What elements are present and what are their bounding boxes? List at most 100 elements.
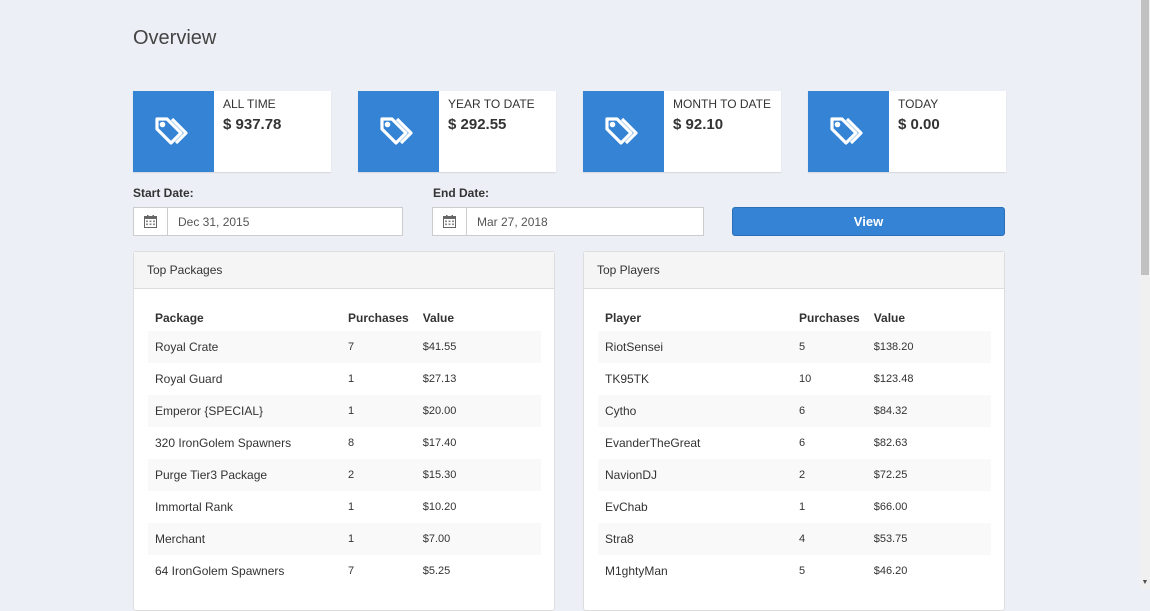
column-header: Player bbox=[605, 311, 642, 325]
value-cell: $123.48 bbox=[873, 373, 914, 385]
value-cell: $72.25 bbox=[866, 459, 991, 491]
column-header: Purchases bbox=[348, 311, 409, 325]
value-cell: $53.75 bbox=[866, 523, 991, 555]
column-header: Package bbox=[155, 311, 204, 325]
value-cell: $66.00 bbox=[873, 501, 908, 513]
table-row: EvanderTheGreat 6 $82.63 bbox=[598, 427, 991, 459]
stat-card-today: TODAY $ 0.00 bbox=[808, 91, 1006, 172]
package-name: Immortal Rank bbox=[155, 500, 234, 514]
start-date-input[interactable] bbox=[168, 208, 402, 235]
value-cell: $82.63 bbox=[873, 437, 908, 449]
purchase-count: 4 bbox=[792, 523, 867, 555]
purchase-count: 5 bbox=[792, 331, 867, 363]
value-cell: $46.20 bbox=[873, 565, 908, 577]
start-date-label: Start Date: bbox=[133, 186, 194, 200]
end-date-group bbox=[432, 207, 704, 236]
top-packages-table: Package Purchases Value Royal Crate 7 $41.… bbox=[148, 305, 541, 587]
table-row: Royal Crate 7 $41.55 bbox=[148, 331, 541, 363]
table-row: Immortal Rank 1 $10.20 bbox=[148, 491, 541, 523]
table-row: 64 IronGolem Spawners 7 $5.25 bbox=[148, 555, 541, 587]
stat-card-all-time: ALL TIME $ 937.78 bbox=[133, 91, 331, 172]
package-name: Purge Tier3 Package bbox=[148, 459, 341, 491]
table-row: 320 IronGolem Spawners 8 $17.40 bbox=[148, 427, 541, 459]
page-scrollbar[interactable]: ▼ bbox=[1140, 0, 1150, 589]
top-packages-panel: Top Packages Package Purchases Value Roy… bbox=[133, 251, 555, 611]
scrollbar-thumb[interactable] bbox=[1141, 0, 1149, 275]
package-name: Royal Guard bbox=[155, 372, 223, 386]
column-header: Value bbox=[873, 311, 906, 325]
table-row: RiotSensei 5 $138.20 bbox=[598, 331, 991, 363]
tags-icon bbox=[133, 91, 214, 172]
table-row: Purge Tier3 Package 2 $15.30 bbox=[148, 459, 541, 491]
stat-value: $ 0.00 bbox=[898, 116, 940, 133]
player-name: TK95TK bbox=[605, 372, 650, 386]
table-header-row: Package Purchases Value bbox=[148, 305, 541, 331]
value-cell: $7.00 bbox=[415, 523, 541, 555]
player-name: M1ghtyMan bbox=[605, 564, 668, 578]
value-cell: $10.20 bbox=[422, 501, 457, 513]
tags-icon bbox=[808, 91, 889, 172]
player-name: EvanderTheGreat bbox=[605, 436, 701, 450]
purchase-count: 10 bbox=[799, 373, 812, 385]
stat-value: $ 292.55 bbox=[448, 116, 507, 133]
package-name: Emperor {SPECIAL} bbox=[148, 395, 341, 427]
top-players-table: Player Purchases Value RiotSensei 5 $138.2… bbox=[598, 305, 991, 587]
stat-label: ALL TIME bbox=[223, 97, 276, 111]
calendar-icon[interactable] bbox=[433, 208, 467, 235]
value-cell: $27.13 bbox=[422, 373, 457, 385]
stat-card-month-to-date: MONTH TO DATE $ 92.10 bbox=[583, 91, 781, 172]
purchase-count: 1 bbox=[341, 395, 416, 427]
stat-label: TODAY bbox=[898, 97, 939, 111]
purchase-count: 5 bbox=[799, 565, 806, 577]
value-cell: $138.20 bbox=[866, 331, 991, 363]
player-name: EvChab bbox=[605, 500, 648, 514]
package-name: Royal Crate bbox=[148, 331, 341, 363]
value-cell: $5.25 bbox=[422, 565, 451, 577]
stat-value: $ 937.78 bbox=[223, 116, 282, 133]
purchase-count: 7 bbox=[348, 565, 355, 577]
page-title: Overview bbox=[133, 27, 217, 49]
view-button[interactable]: View bbox=[732, 207, 1005, 236]
package-name: 64 IronGolem Spawners bbox=[155, 564, 285, 578]
purchase-count: 2 bbox=[341, 459, 416, 491]
package-name: Merchant bbox=[148, 523, 341, 555]
player-name: NavionDJ bbox=[598, 459, 792, 491]
top-players-panel: Top Players Player Purchases Value RiotS… bbox=[583, 251, 1005, 611]
column-header: Purchases bbox=[799, 311, 860, 325]
package-name: 320 IronGolem Spawners bbox=[155, 436, 292, 450]
column-header: Value bbox=[422, 311, 455, 325]
table-row: EvChab 1 $66.00 bbox=[598, 491, 991, 523]
value-cell: $84.32 bbox=[866, 395, 991, 427]
scroll-down-arrow-icon[interactable]: ▼ bbox=[1140, 577, 1150, 589]
table-header-row: Player Purchases Value bbox=[598, 305, 991, 331]
value-cell: $15.30 bbox=[415, 459, 541, 491]
stat-label: YEAR TO DATE bbox=[448, 97, 535, 111]
purchase-count: 6 bbox=[792, 395, 867, 427]
panel-title: Top Packages bbox=[134, 252, 554, 289]
table-row: TK95TK 10 $123.48 bbox=[598, 363, 991, 395]
purchase-count: 1 bbox=[348, 501, 355, 513]
table-row: M1ghtyMan 5 $46.20 bbox=[598, 555, 991, 587]
table-row: Merchant 1 $7.00 bbox=[148, 523, 541, 555]
table-row: Stra8 4 $53.75 bbox=[598, 523, 991, 555]
panel-title: Top Players bbox=[584, 252, 1004, 289]
table-row: Cytho 6 $84.32 bbox=[598, 395, 991, 427]
stat-label: MONTH TO DATE bbox=[673, 97, 772, 111]
purchase-count: 8 bbox=[348, 437, 355, 449]
end-date-input[interactable] bbox=[467, 208, 703, 235]
purchase-count: 7 bbox=[341, 331, 416, 363]
table-row: Emperor {SPECIAL} 1 $20.00 bbox=[148, 395, 541, 427]
value-cell: $41.55 bbox=[415, 331, 541, 363]
purchase-count: 1 bbox=[799, 501, 806, 513]
purchase-count: 2 bbox=[792, 459, 867, 491]
stat-card-year-to-date: YEAR TO DATE $ 292.55 bbox=[358, 91, 556, 172]
calendar-icon[interactable] bbox=[134, 208, 168, 235]
value-cell: $20.00 bbox=[415, 395, 541, 427]
tags-icon bbox=[583, 91, 664, 172]
purchase-count: 1 bbox=[348, 373, 355, 385]
tags-icon bbox=[358, 91, 439, 172]
player-name: Cytho bbox=[598, 395, 792, 427]
table-row: NavionDJ 2 $72.25 bbox=[598, 459, 991, 491]
player-name: RiotSensei bbox=[598, 331, 792, 363]
purchase-count: 1 bbox=[341, 523, 416, 555]
